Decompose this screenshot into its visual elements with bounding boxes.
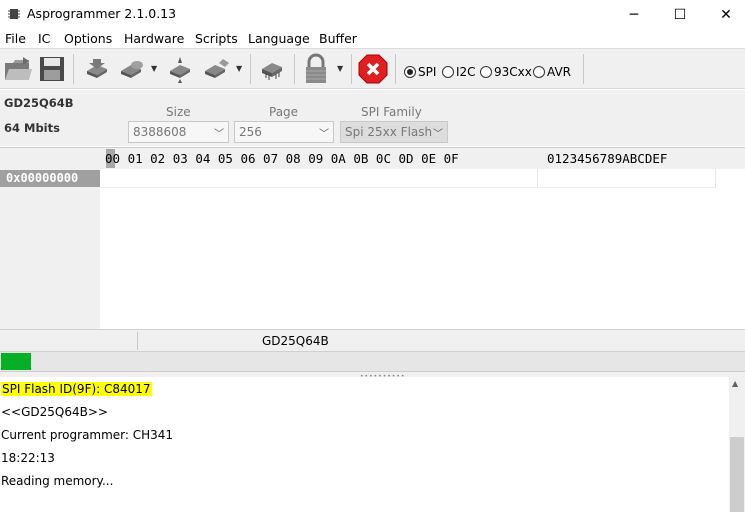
verify-button[interactable] [165, 52, 195, 86]
status-divider [137, 332, 138, 350]
close-button[interactable]: ✕ [703, 0, 745, 29]
radio-spi-label: SPI [418, 65, 437, 79]
toolbar: ▼ ▼ ▼ SPI I2C 93Cxx AVR [0, 49, 745, 89]
chevron-down-icon: ﹀ [319, 129, 329, 140]
chip-icon [262, 63, 282, 80]
radio-spi[interactable]: SPI [404, 65, 436, 79]
lock-icon [306, 53, 326, 83]
menu-options[interactable]: Options [64, 31, 112, 46]
minimize-icon: ─ [629, 6, 639, 23]
radio-spi-circle[interactable] [404, 66, 416, 78]
write-dropdown-icon[interactable]: ▼ [151, 64, 157, 73]
hex-cursor-digit: 0 [105, 151, 113, 166]
read-chip-icon [87, 59, 107, 78]
menu-hardware[interactable]: Hardware [124, 31, 184, 46]
family-label: SPI Family [361, 105, 422, 119]
status-chip-name: GD25Q64B [262, 334, 329, 348]
verify-chip-icon [170, 57, 190, 83]
log-line: <<GD25Q64B>> [1, 405, 108, 419]
family-value: Spi 25xx Flash [345, 125, 433, 139]
size-select[interactable]: 8388608 ﹀ [128, 121, 229, 143]
toolbar-separator [73, 54, 74, 84]
size-value: 8388608 [133, 125, 187, 139]
toolbar-separator [395, 54, 396, 84]
page-select[interactable]: 256 ﹀ [234, 121, 334, 143]
radio-avr[interactable]: AVR [533, 65, 571, 79]
radio-i2c[interactable]: I2C [442, 65, 476, 79]
progress-bar [0, 352, 745, 372]
chevron-down-icon: ﹀ [214, 129, 224, 140]
address-cell: 0x00000000 [0, 170, 100, 187]
lock-dropdown-icon[interactable]: ▼ [337, 64, 343, 73]
radio-i2c-label: I2C [456, 65, 476, 79]
toolbar-separator [294, 54, 295, 84]
page-label: Page [269, 105, 299, 119]
ascii-column-header: 0123456789ABCDEF [547, 151, 668, 166]
open-button[interactable] [2, 52, 34, 86]
chip-capacity: 64 Mbits [4, 121, 60, 135]
menu-ic[interactable]: IC [38, 31, 50, 46]
erase-dropdown-icon[interactable]: ▼ [236, 64, 242, 73]
close-icon: ✕ [720, 6, 732, 23]
write-chip-icon [121, 61, 143, 78]
family-select[interactable]: Spi 25xx Flash ﹀ [340, 121, 448, 143]
chip-name: GD25Q64B [4, 96, 74, 110]
log-line: SPI Flash ID(9F): C84017 [1, 382, 152, 396]
menu-scripts[interactable]: Scripts [195, 31, 238, 46]
toolbar-separator [583, 54, 584, 84]
open-file-icon [5, 57, 32, 80]
size-label: Size [166, 105, 191, 119]
log-scrollbar[interactable]: ▲ [729, 377, 745, 512]
chevron-down-icon: ﹀ [433, 129, 443, 140]
radio-avr-label: AVR [547, 65, 571, 79]
log-line: Current programmer: CH341 [1, 428, 174, 442]
maximize-icon: ☐ [673, 6, 687, 23]
hex-data-row[interactable] [100, 169, 538, 188]
save-button[interactable] [36, 52, 68, 86]
address-column: 0x00000000 [0, 169, 100, 329]
toolbar-separator [250, 54, 251, 84]
scroll-up-icon[interactable]: ▲ [732, 379, 738, 388]
erase-chip-icon [205, 59, 229, 78]
scroll-thumb[interactable] [730, 437, 744, 512]
hex-header: 00 01 02 03 04 05 06 07 08 09 0A 0B 0C 0… [0, 147, 745, 169]
ascii-data-row[interactable] [538, 169, 716, 188]
hex-editor[interactable]: 0x00000000 [0, 169, 745, 329]
log-line: 18:22:13 [1, 451, 55, 465]
maximize-button[interactable]: ☐ [657, 0, 703, 29]
title-bar: Asprogrammer 2.1.0.13 ─ ☐ ✕ [0, 0, 745, 29]
write-button[interactable] [116, 52, 146, 86]
radio-i2c-circle[interactable] [442, 66, 454, 78]
minimize-button[interactable]: ─ [611, 0, 657, 29]
status-bar: GD25Q64B [0, 329, 745, 352]
read-button[interactable] [82, 52, 112, 86]
menu-bar: File IC Options Hardware Scripts Languag… [0, 29, 745, 49]
page-value: 256 [239, 125, 262, 139]
stop-button[interactable] [357, 52, 389, 86]
radio-93cxx-label: 93Cxx [494, 65, 532, 79]
chip-info-panel: GD25Q64B 64 Mbits Size 8388608 ﹀ Page 25… [0, 90, 745, 146]
window-title: Asprogrammer 2.1.0.13 [27, 6, 177, 21]
chip-button[interactable] [256, 52, 288, 86]
radio-93cxx-circle[interactable] [480, 66, 492, 78]
menu-buffer[interactable]: Buffer [319, 31, 357, 46]
save-file-icon [40, 57, 64, 81]
log-line: Reading memory... [1, 474, 114, 488]
menu-language[interactable]: Language [248, 31, 310, 46]
radio-avr-circle[interactable] [533, 66, 545, 78]
app-icon [8, 9, 20, 19]
hex-header-rest: 0 01 02 03 04 05 06 07 08 09 0A 0B 0C 0D… [112, 151, 459, 166]
hex-column-headers: 00 01 02 03 04 05 06 07 08 09 0A 0B 0C 0… [105, 151, 459, 166]
toolbar-separator [351, 54, 352, 84]
radio-93cxx[interactable]: 93Cxx [480, 65, 532, 79]
lock-button[interactable] [300, 52, 332, 86]
stop-icon [358, 54, 388, 84]
menu-file[interactable]: File [5, 31, 26, 46]
erase-button[interactable] [200, 52, 232, 86]
progress-fill [1, 353, 31, 370]
log-panel[interactable]: SPI Flash ID(9F): C84017 <<GD25Q64B>> Cu… [0, 377, 730, 512]
